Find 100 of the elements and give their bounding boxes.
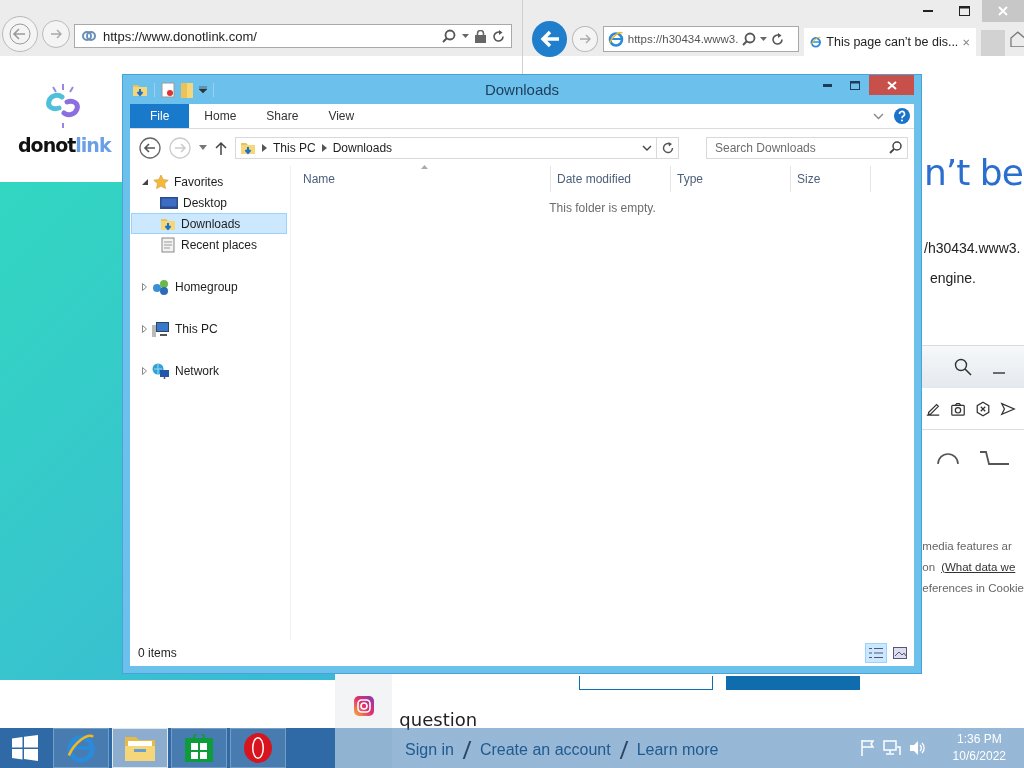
site-icon bbox=[81, 29, 97, 43]
breadcrumb-arrow-icon bbox=[321, 143, 327, 152]
document-icon bbox=[160, 236, 176, 253]
ie-icon bbox=[607, 31, 624, 47]
camera-icon[interactable] bbox=[950, 400, 966, 417]
folder-icon[interactable] bbox=[124, 734, 156, 762]
breadcrumb-item[interactable]: Downloads bbox=[332, 140, 393, 155]
column-header[interactable]: Size bbox=[791, 166, 871, 192]
footer-link[interactable]: Learn more bbox=[636, 741, 719, 759]
back-arrow-icon bbox=[539, 30, 560, 48]
instagram-icon[interactable] bbox=[353, 696, 374, 716]
dropdown-icon[interactable] bbox=[760, 37, 768, 41]
ie-icon[interactable] bbox=[66, 733, 96, 763]
taskbar-button[interactable] bbox=[230, 728, 286, 768]
search-field[interactable]: Search Downloads bbox=[706, 136, 908, 159]
browser-tab[interactable]: This page can’t be dis... bbox=[803, 28, 976, 56]
refresh-button[interactable] bbox=[657, 136, 679, 159]
back-button[interactable] bbox=[2, 16, 38, 52]
section-heading: question bbox=[399, 709, 479, 730]
ie-icon bbox=[809, 34, 822, 50]
desktop-icon bbox=[160, 195, 178, 210]
dropdown-icon[interactable] bbox=[462, 34, 469, 38]
secondary-button[interactable] bbox=[579, 676, 714, 690]
page-heading: n’t be bbox=[924, 152, 1024, 193]
breadcrumb-item[interactable]: This PC bbox=[273, 140, 316, 155]
address-bar[interactable]: This PC Downloads bbox=[235, 136, 657, 159]
homegroup-icon bbox=[152, 278, 170, 295]
file-menu-tab[interactable]: File bbox=[130, 104, 190, 128]
lock-icon bbox=[475, 29, 486, 43]
column-header[interactable]: Type bbox=[671, 166, 791, 192]
close-button[interactable] bbox=[869, 75, 914, 95]
consent-link[interactable]: (What data we bbox=[941, 561, 1016, 573]
opera-icon[interactable] bbox=[243, 733, 273, 763]
column-header[interactable]: Name bbox=[291, 166, 551, 192]
window-title: Downloads bbox=[484, 81, 560, 98]
windows-logo-icon bbox=[12, 735, 38, 761]
up-button[interactable] bbox=[215, 140, 227, 155]
dropdown-icon bbox=[199, 145, 207, 150]
close-icon bbox=[998, 6, 1008, 16]
nav-item[interactable]: Homegroup bbox=[131, 276, 287, 297]
column-header[interactable]: Date modified bbox=[551, 166, 671, 192]
details-view-button[interactable] bbox=[865, 643, 887, 663]
expand-ribbon-icon[interactable] bbox=[873, 112, 884, 120]
back-button[interactable] bbox=[532, 21, 568, 57]
collapsed-arrow-icon[interactable] bbox=[142, 366, 147, 375]
tiles-view-icon bbox=[893, 647, 907, 659]
help-icon[interactable] bbox=[894, 108, 910, 124]
customize-arrow-icon[interactable] bbox=[199, 85, 207, 94]
ribbon-tab[interactable]: Home bbox=[189, 104, 252, 128]
home-icon[interactable] bbox=[1010, 31, 1024, 47]
recent-locations-button[interactable] bbox=[199, 145, 207, 150]
refresh-icon[interactable] bbox=[771, 32, 785, 46]
taskbar-button[interactable] bbox=[171, 728, 227, 768]
sort-arrow-icon bbox=[421, 165, 428, 169]
properties-icon[interactable] bbox=[161, 81, 175, 98]
nav-item[interactable]: Desktop bbox=[131, 192, 287, 213]
expanded-arrow-icon[interactable] bbox=[142, 178, 148, 185]
minimize-icon bbox=[822, 83, 832, 87]
status-text: 0 items bbox=[138, 646, 178, 660]
send-icon[interactable] bbox=[1000, 400, 1016, 417]
close-icon[interactable] bbox=[963, 37, 970, 47]
computer-icon bbox=[152, 320, 170, 337]
star-icon bbox=[153, 173, 169, 190]
search-icon[interactable] bbox=[442, 29, 456, 43]
ribbon-tab[interactable]: Share bbox=[251, 104, 314, 128]
back-button[interactable] bbox=[139, 136, 161, 159]
up-arrow-icon bbox=[215, 140, 227, 155]
breadcrumb-arrow-icon bbox=[262, 143, 267, 152]
store-icon[interactable] bbox=[185, 734, 213, 762]
address-bar[interactable]: https://h30434.www3. bbox=[602, 26, 799, 52]
page-text: engine. bbox=[930, 269, 977, 288]
page-text: /h30434.www3. bbox=[924, 239, 1022, 258]
footer-link[interactable]: Sign in bbox=[405, 741, 454, 759]
empty-folder-message: This folder is empty. bbox=[548, 201, 657, 215]
address-bar[interactable]: https://www.donotlink.com/ bbox=[74, 24, 512, 48]
collapsed-arrow-icon[interactable] bbox=[142, 324, 147, 333]
consent-text: eferences in Cookie bbox=[922, 581, 1024, 596]
taskbar-button[interactable] bbox=[53, 728, 109, 768]
details-view-icon bbox=[869, 647, 883, 659]
chevron-down-icon[interactable] bbox=[642, 144, 652, 151]
nav-item[interactable]: Downloads bbox=[131, 213, 287, 234]
search-icon[interactable] bbox=[742, 32, 757, 46]
search-icon[interactable] bbox=[954, 358, 972, 376]
network-icon bbox=[152, 362, 170, 379]
ribbon-tab[interactable]: View bbox=[313, 104, 370, 128]
maximize-icon bbox=[958, 6, 970, 16]
maximize-icon bbox=[850, 80, 860, 90]
close-icon bbox=[886, 80, 897, 90]
collapsed-arrow-icon[interactable] bbox=[142, 282, 147, 291]
refresh-icon bbox=[661, 141, 674, 154]
nav-item[interactable]: Network bbox=[131, 360, 287, 381]
forward-arrow-icon bbox=[578, 32, 592, 46]
consent-text: media features ar bbox=[922, 539, 1013, 554]
consent-text: on (What data we bbox=[922, 560, 1017, 575]
nav-item[interactable]: This PC bbox=[131, 318, 287, 339]
minimize-icon bbox=[923, 10, 933, 12]
nav-item[interactable]: Recent places bbox=[131, 234, 287, 255]
logo-text: donotlink bbox=[18, 134, 111, 156]
nav-item[interactable]: Favorites bbox=[131, 171, 287, 192]
refresh-icon[interactable] bbox=[492, 29, 505, 43]
